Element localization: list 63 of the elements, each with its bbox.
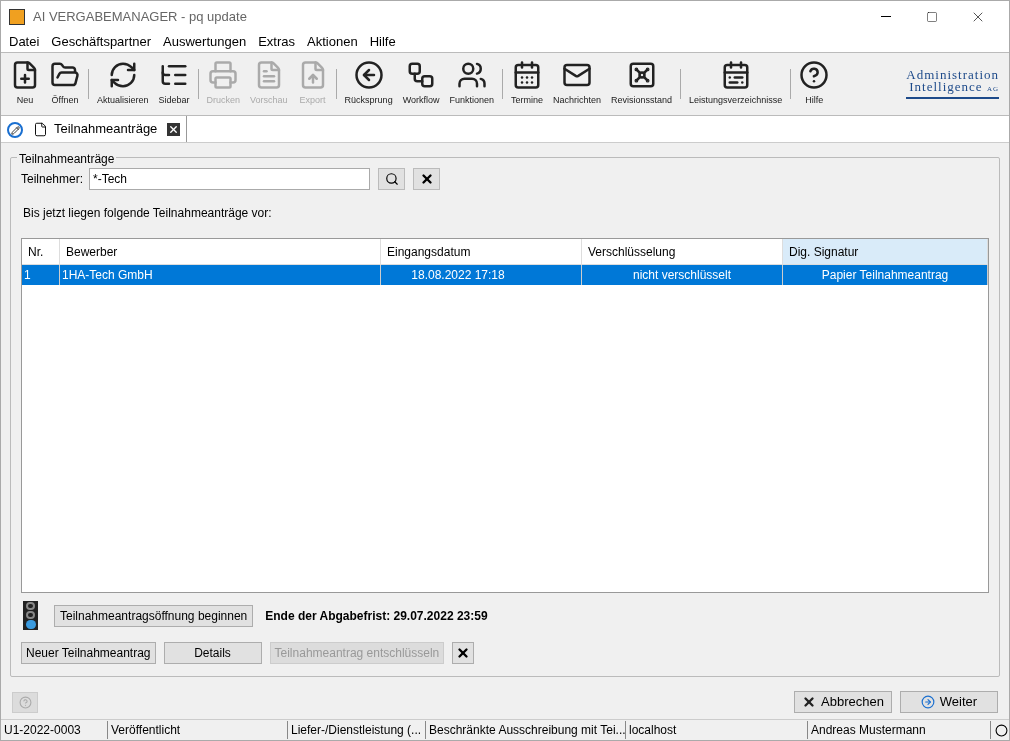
clear-button[interactable] [413, 168, 441, 190]
deadline-text: Ende der Abgabefrist: 29.07.2022 23:59 [265, 607, 488, 625]
menu-item[interactable]: Datei [3, 32, 46, 52]
help-icon [799, 60, 830, 91]
toolbar-button[interactable]: Hilfe [794, 55, 835, 113]
search-button[interactable] [378, 168, 406, 190]
maximize-icon [926, 10, 938, 23]
table-cell: 1HA-Tech GmbH [60, 265, 381, 285]
menu-item[interactable]: Auswertungen [157, 32, 253, 52]
action-button[interactable]: Neuer Teilnahmeantrag [21, 642, 156, 664]
close-icon [419, 172, 434, 186]
status-field: U1-2022-0003 [1, 721, 108, 739]
calendar-table-icon [720, 60, 751, 91]
calendar-icon [512, 60, 542, 91]
toolbar-button[interactable]: Nachrichten [548, 55, 607, 113]
menu-item[interactable]: Extras [252, 32, 302, 52]
start-opening-button[interactable]: Teilnahmeantragsöffnung beginnen [54, 604, 254, 627]
filter-label: Teilnehmer: [21, 171, 84, 188]
toolbar-button[interactable]: Sidebar [153, 55, 195, 113]
minimize-icon [881, 16, 891, 17]
toolbar-button[interactable]: Leistungsverzeichnisse [684, 55, 788, 113]
table-row[interactable]: 1 1HA-Tech GmbH 18.08.2022 17:18 nicht verschlüsselt Papier Teilnahmeantrag [22, 265, 988, 285]
document-icon [33, 121, 48, 137]
workflow-icon [406, 60, 437, 91]
window-title: AI VERGABEMANAGER - pq update [33, 7, 247, 26]
cancel-button[interactable]: Abbrechen [794, 691, 892, 713]
next-button[interactable]: Weiter [900, 691, 998, 713]
table-cell: 18.08.2022 17:18 [381, 265, 582, 285]
toolbar-button[interactable]: Rücksprung [339, 55, 398, 113]
toolbar-button[interactable]: Öffnen [45, 55, 85, 113]
column-header[interactable]: Dig. Signatur [783, 239, 988, 264]
help-icon [18, 695, 32, 709]
participant-field[interactable]: *-Tech [89, 168, 371, 190]
arrow-right-icon [920, 695, 935, 709]
status-field: Beschränkte Ausschreibung mit Tei... [426, 721, 626, 739]
close-icon [802, 695, 817, 709]
app-logo-icon [9, 8, 25, 25]
printer-icon [208, 60, 239, 91]
close-icon [456, 646, 471, 660]
action-button[interactable]: Details [163, 642, 262, 664]
close-tab-icon[interactable] [167, 122, 181, 136]
status-indicator-icon [995, 723, 1008, 737]
status-field: Liefer-/Dienstleistung (... [288, 721, 426, 739]
toolbar-button[interactable]: Termine [506, 55, 549, 113]
traffic-light-icon [23, 601, 38, 630]
toolbar-button[interactable]: Neu [5, 55, 45, 113]
info-text: Bis jetzt liegen folgende Teilnahmeanträge vor: [23, 205, 273, 222]
toolbar-button[interactable]: Aktualisieren [92, 55, 154, 113]
menu-item[interactable]: Geschäftspartner [45, 32, 158, 52]
search-icon [384, 172, 399, 186]
toolbar-button[interactable]: Revisionsstand [606, 55, 678, 113]
toolbar-button[interactable]: Workflow [397, 55, 445, 113]
table-cell: 1 [22, 265, 60, 285]
remove-button[interactable] [452, 642, 475, 664]
menu-item[interactable]: Aktionen [301, 32, 364, 52]
table-cell: Papier Teilnahmeantrag [783, 265, 988, 285]
table-cell: nicht verschlüsselt [582, 265, 783, 285]
toolbar-button[interactable]: Funktionen [444, 55, 499, 113]
menu-item[interactable]: Hilfe [363, 32, 402, 52]
edit-icon [7, 122, 23, 138]
status-field: Andreas Mustermann [808, 721, 991, 739]
status-field: Veröffentlicht [108, 721, 288, 739]
status-field: localhost [626, 721, 808, 739]
